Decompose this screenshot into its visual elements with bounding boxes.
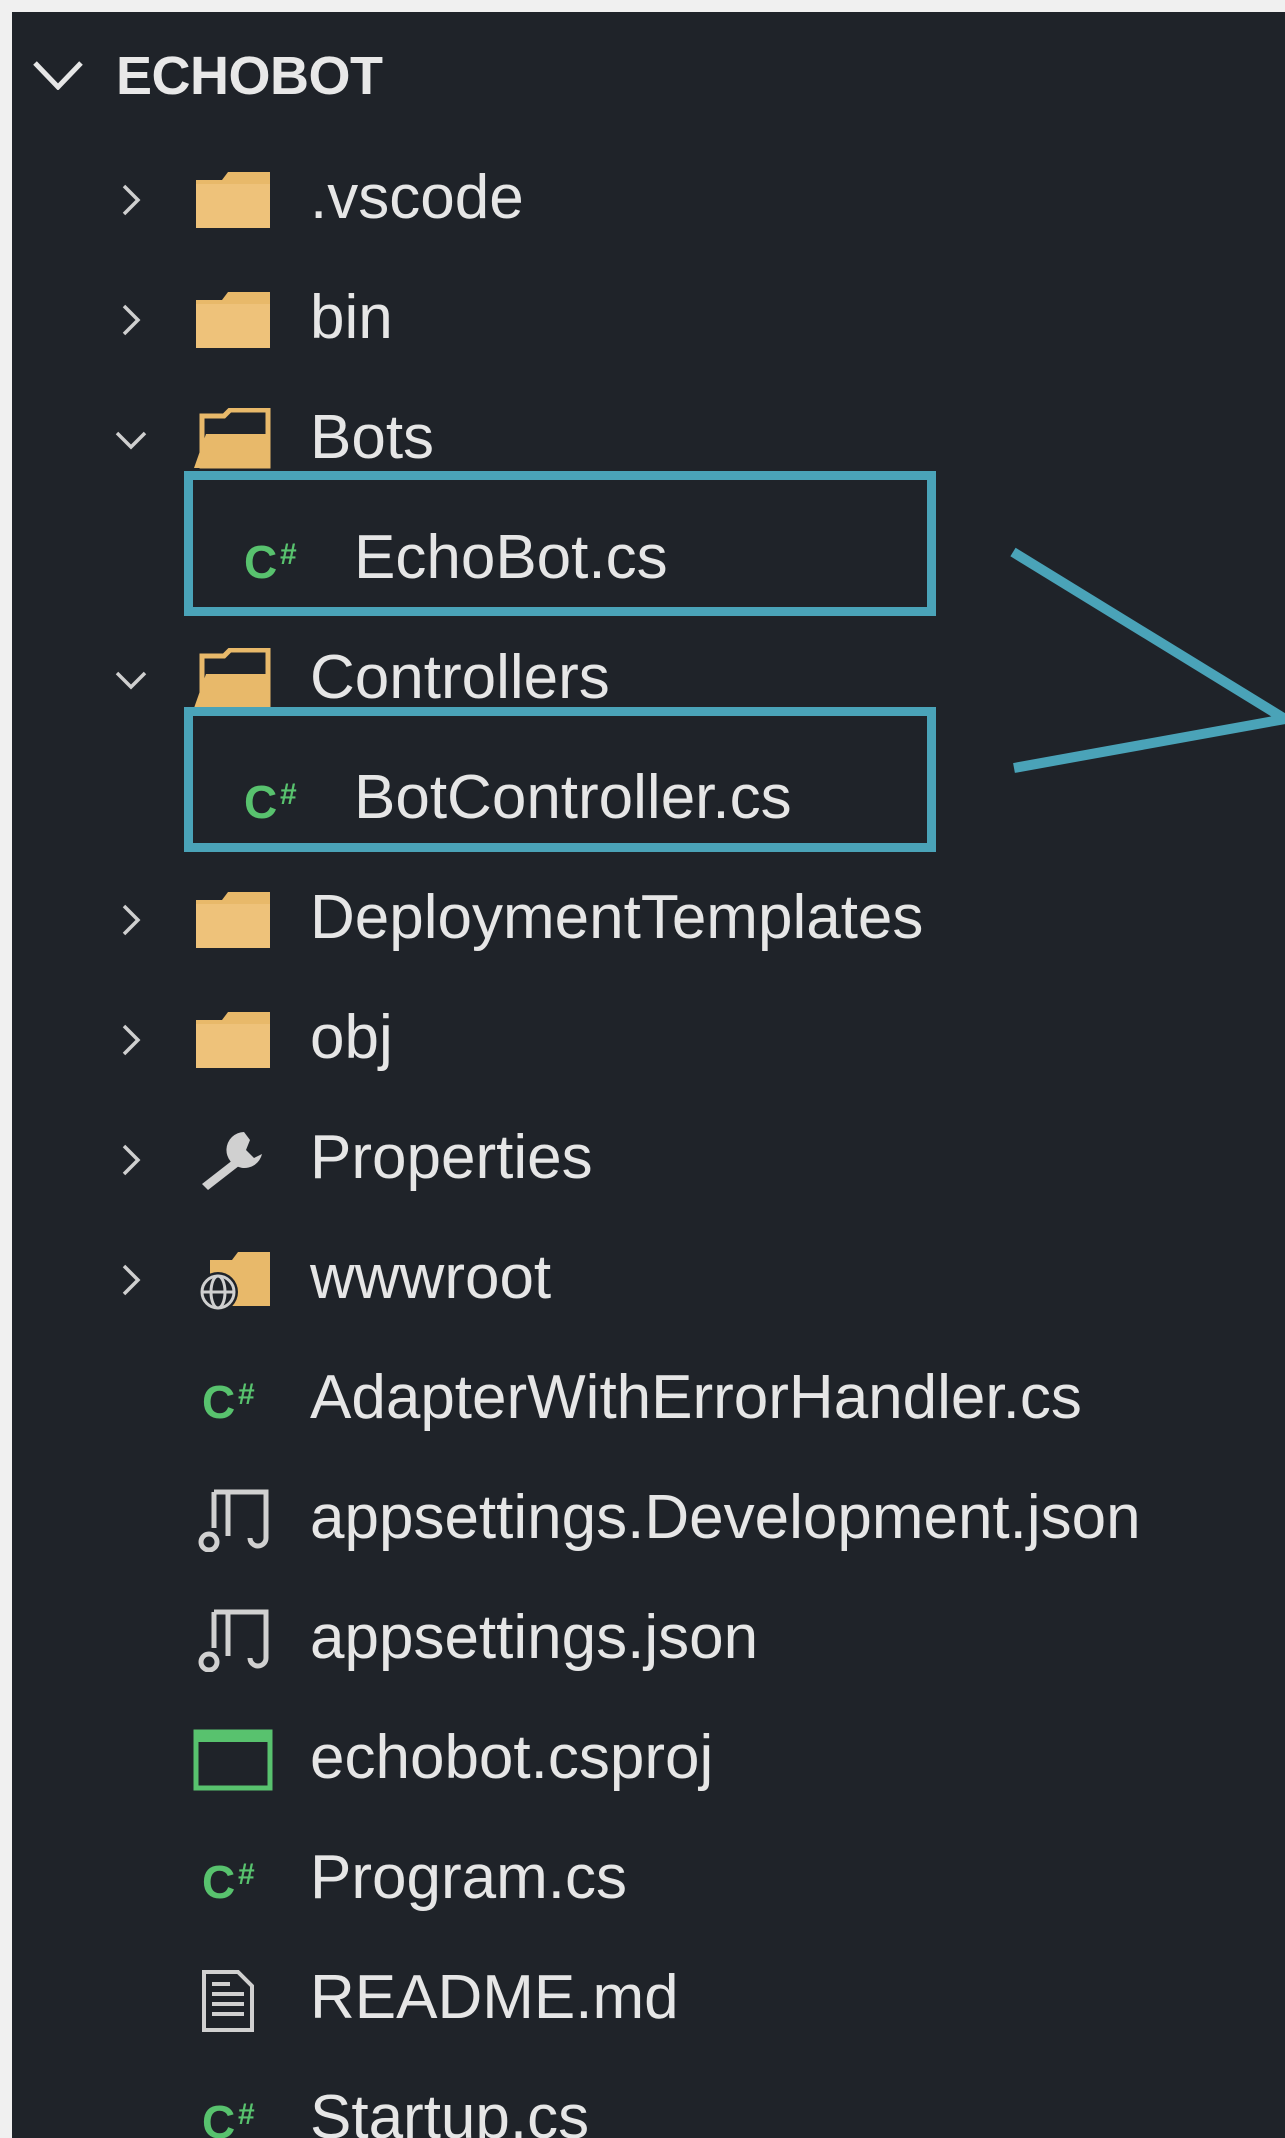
explorer-panel: ECHOBOT .vscode bin Bots C # EchoBot.cs C… xyxy=(12,12,1285,2138)
connector-arrow xyxy=(1010,547,1285,773)
